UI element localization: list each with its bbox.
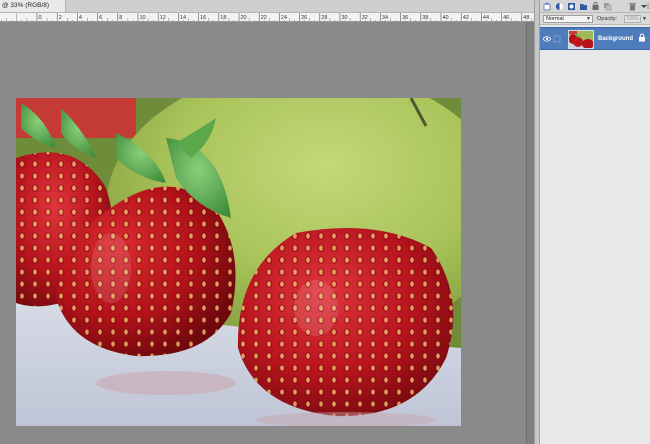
ruler-tick-label: 10 [140, 15, 146, 21]
ruler-tick-label: 42 [463, 15, 469, 21]
canvas-vertical-scrollbar[interactable] [526, 22, 534, 444]
blend-mode-select[interactable]: Normal ▼ [543, 15, 593, 23]
group-icon[interactable] [579, 2, 588, 11]
document-tab[interactable]: @ 33% (RGB/8) [0, 0, 66, 13]
ruler-tick-label: 30 [342, 15, 348, 21]
ruler-tick-label: 24 [281, 15, 287, 21]
opacity-chevron-icon[interactable]: ▼ [642, 15, 647, 23]
ruler-tick-label: 48 [523, 15, 529, 21]
ruler-tick-label: 46 [503, 15, 509, 21]
merge-icon[interactable] [603, 2, 612, 11]
adjustment-layer-icon[interactable] [555, 2, 564, 11]
tab-strip [66, 0, 534, 13]
ruler-tick-label: 28 [321, 15, 327, 21]
ruler-tick-label: 32 [362, 15, 368, 21]
ruler-tick-label: 22 [261, 15, 267, 21]
chevron-down-icon: ▼ [586, 16, 591, 22]
ruler-tick-label: 4 [79, 15, 82, 21]
layers-panel: Normal ▼ Opacity: 100% ▼ Background [540, 0, 650, 444]
layer-row-background[interactable]: Background [540, 27, 650, 50]
lock-icon[interactable] [638, 33, 646, 42]
opacity-label: Opacity: [597, 16, 618, 22]
ruler-tick-label: 20 [241, 15, 247, 21]
ruler-ticks: 0 2 4 6 8 10 12 14 16 18 20 22 24 26 28 30 32 34 36 38 40 42 4… [1, 13, 533, 21]
document-tab-title: @ 33% (RGB/8) [2, 2, 50, 9]
ruler-tick-label: 34 [382, 15, 388, 21]
opacity-input[interactable]: 100% [624, 15, 641, 23]
layers-toolbar [540, 0, 650, 13]
blend-mode-value: Normal [546, 16, 564, 22]
document-image[interactable] [16, 98, 461, 426]
eye-icon[interactable] [543, 35, 551, 43]
ruler-tick-label: 2 [59, 15, 62, 21]
trash-icon[interactable] [628, 2, 637, 11]
layer-options-bar: Normal ▼ Opacity: 100% ▼ [540, 13, 650, 25]
ruler-tick-label: 18 [220, 15, 226, 21]
ruler-tick-label: 44 [483, 15, 489, 21]
mask-icon[interactable] [567, 2, 576, 11]
ruler-tick-label: 40 [443, 15, 449, 21]
ruler-tick-label: 26 [301, 15, 307, 21]
ruler-tick-label: 38 [422, 15, 428, 21]
layer-thumbnail [568, 30, 594, 49]
ruler-tick-label: 0 [39, 15, 42, 21]
layer-name[interactable]: Background [598, 35, 633, 43]
link-icon[interactable] [591, 2, 600, 11]
panel-menu-icon[interactable] [640, 2, 649, 11]
strawberry-photo [16, 98, 461, 426]
ruler-tick-label: 6 [99, 15, 102, 21]
horizontal-ruler[interactable]: 0 2 4 6 8 10 12 14 16 18 20 22 24 26 28 30 32 34 36 38 40 42 4… [0, 13, 534, 22]
layers-list: Background [540, 25, 650, 444]
ruler-tick-label: 12 [160, 15, 166, 21]
new-layer-icon[interactable] [543, 2, 552, 11]
layer-link-icon[interactable] [553, 35, 561, 43]
ruler-tick-label: 8 [119, 15, 122, 21]
ruler-tick-label: 14 [180, 15, 186, 21]
ruler-tick-label: 36 [402, 15, 408, 21]
ruler-tick-label: 16 [200, 15, 206, 21]
